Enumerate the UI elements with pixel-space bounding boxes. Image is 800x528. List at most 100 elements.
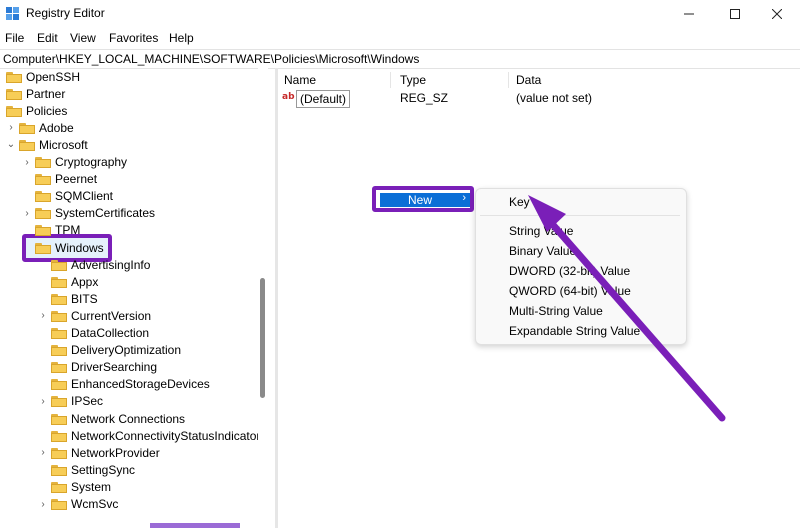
tree-item-driversearching[interactable]: DriverSearching <box>38 359 157 376</box>
address-bar[interactable]: Computer\HKEY_LOCAL_MACHINE\SOFTWARE\Pol… <box>0 49 800 69</box>
menu-help[interactable]: Help <box>169 31 194 45</box>
tree-item-label: Microsoft <box>39 137 88 152</box>
folder-icon <box>35 207 51 220</box>
minimize-button[interactable] <box>666 0 712 28</box>
tree-item-peernet[interactable]: Peernet <box>22 171 97 188</box>
submenu-item-string-value[interactable]: String Value <box>509 224 573 238</box>
value-name: (Default) <box>296 90 351 108</box>
tree-item-tpm[interactable]: TPM <box>22 222 80 239</box>
tree-item-label: NetworkProvider <box>71 445 160 460</box>
tree-item-label: SettingSync <box>71 462 136 477</box>
folder-icon <box>35 242 51 254</box>
tree-item-advertisinginfo[interactable]: AdvertisingInfo <box>38 256 150 273</box>
tree-item-networkconnectivitystatusindicator[interactable]: NetworkConnectivityStatusIndicator <box>38 427 260 444</box>
tree-item-label: IPSec <box>71 394 104 409</box>
menu-edit[interactable]: Edit <box>37 31 58 45</box>
menu-view[interactable]: View <box>70 31 96 45</box>
chevron-down-icon[interactable]: ⌄ <box>6 139 16 150</box>
tree-item-label: CurrentVersion <box>71 308 152 323</box>
tree-item-systemcertificates[interactable]: › SystemCertificates <box>22 205 155 222</box>
tree-item-microsoft[interactable]: ⌄ Microsoft <box>6 136 88 153</box>
tree-item-settingsync[interactable]: SettingSync <box>38 461 135 478</box>
tree-item-label: Cryptography <box>55 155 128 169</box>
tree-item-cryptography[interactable]: › Cryptography <box>22 154 127 171</box>
tree-item-networkprovider[interactable]: › NetworkProvider <box>38 444 160 461</box>
chevron-right-icon[interactable]: › <box>22 208 32 219</box>
tree-item-label: Peernet <box>55 172 98 187</box>
value-data: (value not set) <box>516 91 593 105</box>
tree-item-label: SystemCertificates <box>55 206 156 221</box>
tree-bottom-scroll-indicator <box>150 523 240 528</box>
tree-item-system[interactable]: System <box>38 478 111 495</box>
submenu-item-key[interactable]: Key <box>509 195 530 209</box>
tree-item-windows[interactable]: Windows <box>22 239 104 256</box>
tree-item-policies[interactable]: Policies <box>6 102 67 119</box>
submenu-item-dword-value[interactable]: DWORD (32-bit) Value <box>509 264 630 278</box>
folder-icon <box>51 498 67 510</box>
submenu-item-multi-string-value[interactable]: Multi-String Value <box>509 304 603 318</box>
folder-icon <box>35 190 51 203</box>
tree-item-enhancedstoragedevices[interactable]: EnhancedStorageDevices <box>38 376 210 393</box>
tree-item-appx[interactable]: Appx <box>38 273 98 290</box>
tree-item-currentversion[interactable]: › CurrentVersion <box>38 307 151 324</box>
chevron-right-icon[interactable]: › <box>38 310 48 321</box>
folder-icon <box>35 173 51 186</box>
tree-item-label: SQMClient <box>55 189 114 204</box>
tree-item-network-connections[interactable]: Network Connections <box>38 410 185 427</box>
chevron-right-icon[interactable]: › <box>38 499 48 510</box>
tree-item-label: DeliveryOptimization <box>71 343 182 358</box>
tree-item-label: Appx <box>71 274 99 289</box>
tree-item-partner[interactable]: Partner <box>6 85 65 102</box>
column-name[interactable]: Name <box>284 73 316 87</box>
tree-item-deliveryoptimization[interactable]: DeliveryOptimization <box>38 342 181 359</box>
tree-item-bits[interactable]: BITS <box>38 290 98 307</box>
column-type[interactable]: Type <box>400 73 426 87</box>
folder-icon <box>6 71 22 83</box>
chevron-right-icon[interactable]: › <box>38 396 48 407</box>
context-menu-new[interactable]: New › <box>380 192 470 207</box>
column-divider[interactable] <box>390 72 391 88</box>
tree-item-openssh[interactable]: OpenSSH <box>6 68 80 85</box>
folder-icon <box>19 139 35 151</box>
column-data[interactable]: Data <box>516 73 541 87</box>
maximize-button[interactable] <box>712 0 758 28</box>
minimize-icon <box>684 13 694 15</box>
tree-item-datacollection[interactable]: DataCollection <box>38 325 149 342</box>
column-divider[interactable] <box>508 72 509 88</box>
folder-icon <box>51 276 67 288</box>
chevron-right-icon[interactable]: › <box>6 122 16 133</box>
tree-scroll-thumb[interactable] <box>260 278 265 398</box>
folder-icon <box>51 327 67 339</box>
submenu-arrow-icon: › <box>462 192 466 204</box>
submenu-item-expandable-string-value[interactable]: Expandable String Value <box>509 324 640 338</box>
new-submenu: Key String Value Binary Value DWORD (32-… <box>475 188 687 345</box>
folder-icon <box>6 88 22 100</box>
tree-item-sqmclient[interactable]: SQMClient <box>22 188 113 205</box>
tree-item-adobe[interactable]: › Adobe <box>6 119 73 136</box>
submenu-item-binary-value[interactable]: Binary Value <box>509 244 576 258</box>
tree-item-label: Partner <box>26 86 66 101</box>
folder-icon <box>51 447 67 459</box>
value-row-default[interactable]: ab (Default) REG_SZ (value not set) <box>280 90 800 108</box>
menu-favorites[interactable]: Favorites <box>109 31 158 45</box>
tree-item-wcmsvc[interactable]: › WcmSvc <box>38 496 118 513</box>
folder-icon <box>51 361 67 374</box>
tree-item-label: EnhancedStorageDevices <box>71 377 210 392</box>
submenu-item-qword-value[interactable]: QWORD (64-bit) Value <box>509 284 631 298</box>
chevron-right-icon[interactable]: › <box>38 447 48 458</box>
folder-icon <box>51 344 67 357</box>
folder-icon <box>51 481 67 493</box>
value-type: REG_SZ <box>400 91 449 105</box>
list-header: Name Type Data <box>278 70 800 88</box>
close-button[interactable] <box>754 0 800 28</box>
menu-file[interactable]: File <box>5 31 24 45</box>
tree-item-label: DriverSearching <box>71 360 158 375</box>
chevron-right-icon[interactable]: › <box>22 157 32 168</box>
tree-item-label: Network Connections <box>71 411 186 426</box>
folder-icon <box>51 430 67 442</box>
tree-item-label: Windows <box>55 240 104 255</box>
tree-item-label: WcmSvc <box>71 497 119 511</box>
tree-item-ipsec[interactable]: › IPSec <box>38 393 103 410</box>
tree-item-label: NetworkConnectivityStatusIndicator <box>71 428 261 443</box>
pane-splitter[interactable] <box>275 68 278 528</box>
